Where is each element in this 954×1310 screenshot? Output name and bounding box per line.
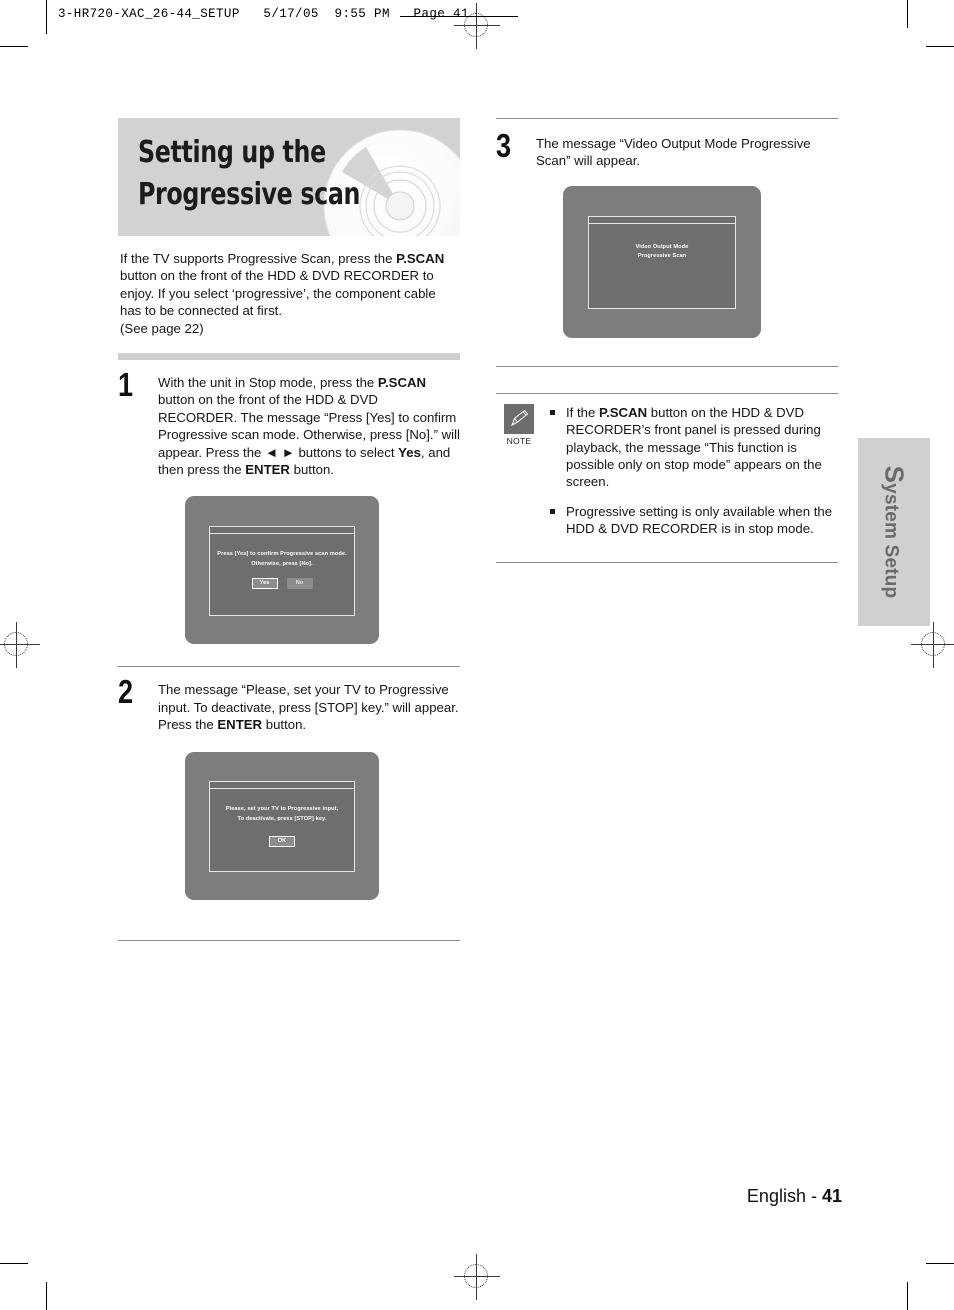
side-tab-rest: ystem Setup: [880, 483, 902, 599]
osd-message-3: Video Output Mode Progressive Scan: [635, 243, 689, 260]
step-1-bold-yes: Yes: [398, 444, 421, 460]
note-item: If the P.SCAN button on the HDD & DVD RE…: [550, 404, 838, 491]
note-badge: NOTE: [502, 403, 536, 446]
note-2-text-a: Progressive setting is only available wh…: [566, 503, 833, 537]
step-separator-1: [118, 666, 460, 668]
note-block: NOTE If the P.SCAN button on the HDD & D…: [496, 392, 838, 563]
osd-message-2: Please, set your TV to Progressive input…: [225, 806, 339, 822]
step-3: 3 The message “Video Output Mode Progres…: [496, 129, 838, 170]
footer-page-number: 41: [821, 1186, 842, 1206]
step-2-text-b: button.: [262, 717, 307, 733]
step-2: 2 The message “Please, set your TV to Pr…: [118, 675, 460, 733]
note-content: NOTE If the P.SCAN button on the HDD & D…: [496, 394, 838, 562]
step-1-text-d: button.: [289, 462, 334, 478]
side-tab-label: System Setup: [879, 466, 910, 599]
intro-bold-pscan: P.SCAN: [396, 251, 445, 266]
step-1-number: 1: [118, 366, 134, 404]
footer-language: English: [746, 1186, 806, 1206]
osd-dialog-box-3: Video Output Mode Progressive Scan: [587, 216, 737, 309]
footer-separator: -: [805, 1186, 822, 1206]
right-column: 3 The message “Video Output Mode Progres…: [496, 118, 838, 563]
page-footer: English - 41: [0, 1186, 954, 1207]
osd-ok-button[interactable]: OK: [269, 835, 295, 847]
osd-yes-button[interactable]: Yes: [251, 577, 278, 589]
left-column: Setting up the Progressive scan If the T…: [118, 118, 460, 941]
step-3-text: The message “Video Output Mode Progressi…: [536, 135, 838, 170]
note-list: If the P.SCAN button on the HDD & DVD RE…: [496, 404, 838, 538]
osd-message-1: Press [Yes] to confirm Progressive scan …: [217, 551, 347, 567]
intro-text-a: If the TV supports Progressive Scan, pre…: [120, 251, 397, 266]
note-caption: NOTE: [506, 435, 532, 446]
osd-dialog-box-2: Please, set your TV to Progressive input…: [209, 781, 355, 872]
step-separator-2: [118, 939, 460, 941]
step-2-bold-enter: ENTER: [217, 717, 263, 733]
step-2-number: 2: [118, 673, 134, 711]
intro-paragraph: If the TV supports Progressive Scan, pre…: [120, 250, 460, 337]
step-1-text-a: With the unit in Stop mode, press the: [158, 375, 378, 391]
step-3-top-separator: [496, 118, 838, 119]
osd-button-row-2: OK: [210, 835, 354, 847]
intro-text-b: button on the front of the HDD & DVD REC…: [120, 268, 436, 319]
note-item: Progressive setting is only available wh…: [550, 503, 838, 538]
step-1-bold-pscan: P.SCAN: [377, 375, 427, 391]
note-1-bold-pscan: P.SCAN: [599, 404, 648, 420]
osd-no-button[interactable]: No: [286, 577, 313, 589]
osd-screen-step-2: Please, set your TV to Progressive input…: [185, 751, 379, 900]
manual-page: Setting up the Progressive scan If the T…: [0, 0, 954, 1310]
osd-button-row-1: Yes No: [210, 577, 354, 589]
step-1-bold-enter: ENTER: [245, 462, 290, 478]
step-2-text-a: The message “Please, set your TV to Prog…: [158, 682, 459, 733]
section-title-banner: Setting up the Progressive scan: [118, 118, 460, 236]
intro-see-page: (See page 22): [120, 320, 204, 336]
section-separator-bar: [118, 353, 460, 361]
osd-screen-step-3: Video Output Mode Progressive Scan: [563, 185, 761, 338]
section-side-tab: System Setup: [858, 438, 930, 626]
step-3-bottom-separator: [496, 365, 838, 367]
osd-dialog-box-1: Press [Yes] to confirm Progressive scan …: [209, 526, 355, 617]
step-1-text: With the unit in Stop mode, press the P.…: [158, 374, 460, 478]
osd-screen-step-1: Press [Yes] to confirm Progressive scan …: [185, 496, 379, 645]
step-3-text-a: The message “Video Output Mode Progressi…: [536, 136, 811, 169]
step-3-number: 3: [496, 127, 512, 164]
note-bottom-rule: [496, 561, 838, 563]
step-1: 1 With the unit in Stop mode, press the …: [118, 368, 460, 478]
step-2-text: The message “Please, set your TV to Prog…: [158, 681, 460, 733]
note-1-text-a: If the: [566, 404, 599, 420]
page-title: Setting up the Progressive scan: [138, 135, 361, 212]
pencil-note-icon: [504, 403, 534, 434]
side-tab-initial: S: [879, 465, 910, 484]
